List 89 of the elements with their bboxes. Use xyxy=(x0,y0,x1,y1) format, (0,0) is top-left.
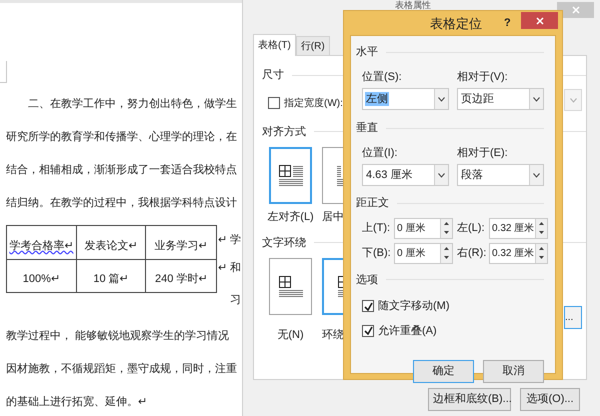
dropdown[interactable]: 4.63 厘米 xyxy=(362,164,449,186)
checkbox[interactable] xyxy=(268,97,280,109)
check-icon xyxy=(364,326,372,336)
field-label: 相对于(V): xyxy=(457,70,509,84)
check-icon xyxy=(364,302,372,311)
text-line: 教学过程中， 能够敏锐地观察学生的学习情况 xyxy=(6,330,230,342)
spin-box[interactable]: 0.32 厘米 xyxy=(489,242,548,264)
up-arrow-icon xyxy=(444,246,449,250)
close-icon xyxy=(536,16,544,24)
field-label: 位置(S): xyxy=(362,70,403,84)
spin-box[interactable]: 0 厘米 xyxy=(394,242,453,264)
down-arrow-icon xyxy=(444,256,449,260)
chevron-down-icon xyxy=(570,98,576,102)
section-heading: 对齐方式 xyxy=(262,124,306,140)
spin-box[interactable]: 0.32 厘米 xyxy=(489,218,548,238)
layout-option[interactable] xyxy=(269,147,312,204)
chevron-down-icon xyxy=(438,172,445,178)
dialog-title: 表格属性 xyxy=(395,0,431,10)
dialog-button[interactable]: 边框和底纹(B)... xyxy=(428,388,511,411)
dropdown-value: 4.63 厘米 xyxy=(365,168,414,182)
checkbox-label: 指定宽度(W): xyxy=(284,96,343,110)
chevron-down-icon xyxy=(533,172,540,178)
dropdown[interactable]: 左侧 xyxy=(362,88,449,110)
checkbox-label: 随文字移动(M) xyxy=(378,298,450,314)
text-line: 的基础上进行拓宽、延伸。↵ xyxy=(6,396,147,408)
tab[interactable]: 表格(T) xyxy=(253,34,296,56)
field-label: 位置(I): xyxy=(362,146,398,160)
dialog-title: 表格定位 xyxy=(430,17,482,31)
text-line: 二、在教学工作中，努力创出特色，做学生 xyxy=(28,98,237,110)
close-icon xyxy=(572,6,580,14)
spin-box-value: 0 厘米 xyxy=(397,222,426,236)
section-heading: 水平 xyxy=(356,45,378,60)
text-line: 习 xyxy=(230,294,241,306)
checkbox-label: 允许重叠(A) xyxy=(378,324,437,338)
up-arrow-icon xyxy=(539,222,544,225)
tab[interactable]: 行(R) xyxy=(296,36,330,56)
table-cell-text: 业务学习↵ xyxy=(154,239,208,254)
field-label: 相对于(E): xyxy=(457,146,509,160)
dropdown-value: 段落 xyxy=(460,168,484,182)
section-heading: 垂直 xyxy=(356,120,378,136)
dialog-button[interactable]: 选项(O)... xyxy=(520,388,580,411)
section-heading: 距正文 xyxy=(356,196,389,211)
dropdown-value: 左侧 xyxy=(365,92,389,106)
text-line: ↵ 学 xyxy=(218,234,242,246)
close-button[interactable] xyxy=(521,12,558,29)
table-cell-text: 10 篇↵ xyxy=(93,272,129,287)
down-arrow-icon xyxy=(539,256,544,260)
table-cell-text: 学考合格率↵ xyxy=(9,238,74,254)
down-arrow-icon xyxy=(539,231,544,234)
text-line: 结合，相辅相成，渐渐形成了一套适合我校特点 xyxy=(6,164,237,176)
page-corner-mark xyxy=(0,61,7,83)
field-label: 左(L): xyxy=(457,220,486,236)
field-label: 上(T): xyxy=(362,220,392,236)
spin-box-value: 0.32 厘米 xyxy=(492,246,534,260)
dropdown[interactable]: 段落 xyxy=(457,164,544,186)
spin-box[interactable]: 0 厘米 xyxy=(394,218,453,238)
spin-box-value: 0.32 厘米 xyxy=(492,222,534,236)
field-label: 右(R): xyxy=(457,246,488,261)
text-line: 研究所学的教育学和传播学、心理学的理论，在 xyxy=(6,131,237,143)
table-cell-text: 发表论文↵ xyxy=(84,238,138,254)
dialog-button[interactable]: 取消 xyxy=(483,360,544,383)
positioning-button[interactable]: ... xyxy=(564,306,582,329)
chevron-down-icon xyxy=(533,96,540,102)
section-heading: 选项 xyxy=(356,272,378,288)
text-line: 因材施教，不循规蹈矩，墨守成规，同时，注重 xyxy=(6,363,237,375)
text-line: 结归纳。在教学的过程中，我根据学科特点设计 xyxy=(6,197,237,209)
text-line: ↵ 和 xyxy=(218,262,242,274)
option-label: 居中 xyxy=(322,210,344,225)
spin-box-value: 0 厘米 xyxy=(397,246,426,260)
table-layout-icon xyxy=(278,164,302,186)
table-cell-text: 100%↵ xyxy=(22,272,60,287)
help-button[interactable]: ? xyxy=(504,15,511,32)
dialog-button[interactable]: 确定 xyxy=(413,360,474,383)
up-arrow-icon xyxy=(539,246,544,250)
section-heading: 文字环绕 xyxy=(262,236,306,250)
up-arrow-icon xyxy=(444,222,449,225)
table-cell-text: 240 学时↵ xyxy=(154,272,208,287)
field-label: 下(B): xyxy=(362,246,392,261)
checkbox[interactable] xyxy=(362,324,374,337)
section-heading: 尺寸 xyxy=(262,68,284,83)
layout-option[interactable] xyxy=(269,258,312,315)
dropdown-value: 页边距 xyxy=(460,92,495,106)
dropdown[interactable]: 页边距 xyxy=(457,88,544,110)
checkbox[interactable] xyxy=(362,300,374,312)
down-arrow-icon xyxy=(444,231,449,234)
chevron-down-icon xyxy=(438,96,445,102)
option-label: 左对齐(L) xyxy=(267,210,314,225)
option-label: 无(N) xyxy=(277,328,304,343)
table-layout-icon xyxy=(278,276,302,298)
